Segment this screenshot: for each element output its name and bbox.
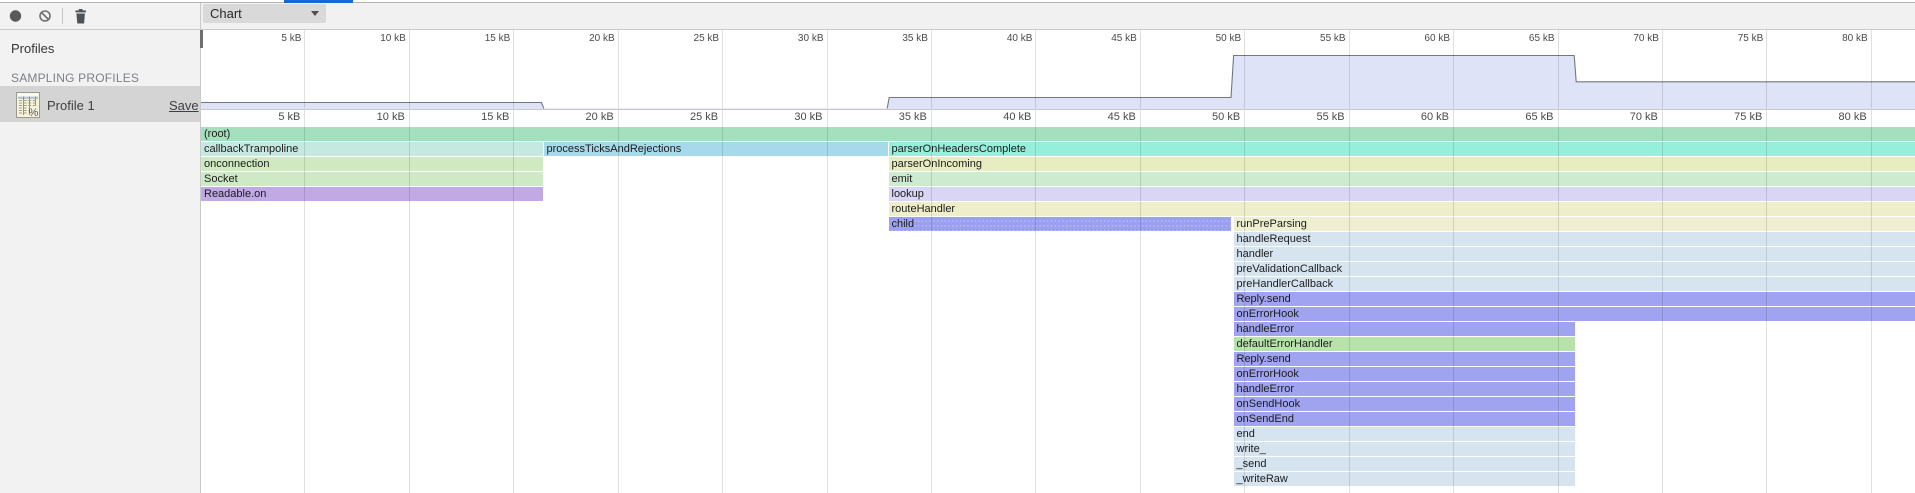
svg-text:%: % <box>29 107 39 118</box>
